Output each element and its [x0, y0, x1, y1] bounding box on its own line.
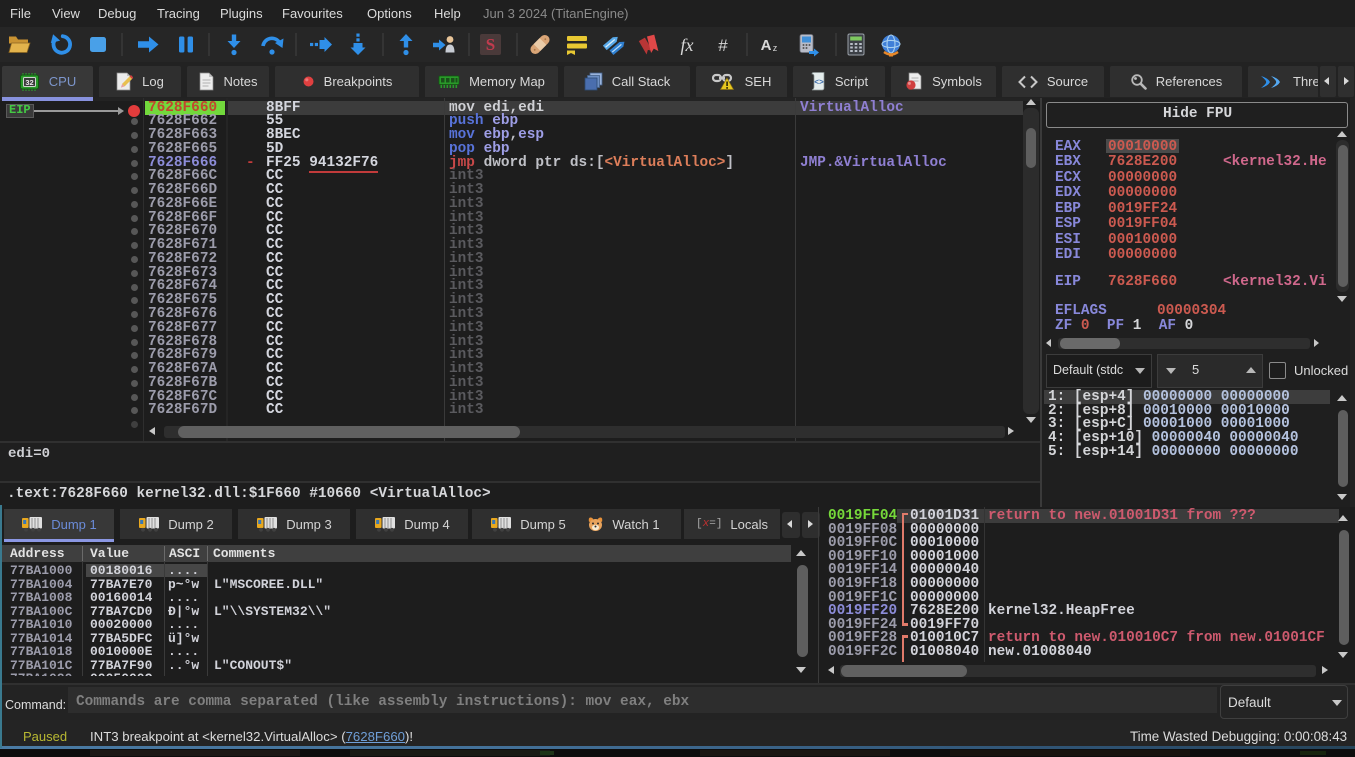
svg-text:S: S: [486, 35, 495, 54]
svg-text:32: 32: [25, 78, 33, 87]
svg-text:A: A: [761, 37, 772, 54]
svg-text:#: #: [718, 36, 728, 55]
svg-text:z: z: [773, 43, 778, 53]
svg-text:<>: <>: [814, 79, 824, 88]
svg-text:fx: fx: [681, 35, 694, 55]
